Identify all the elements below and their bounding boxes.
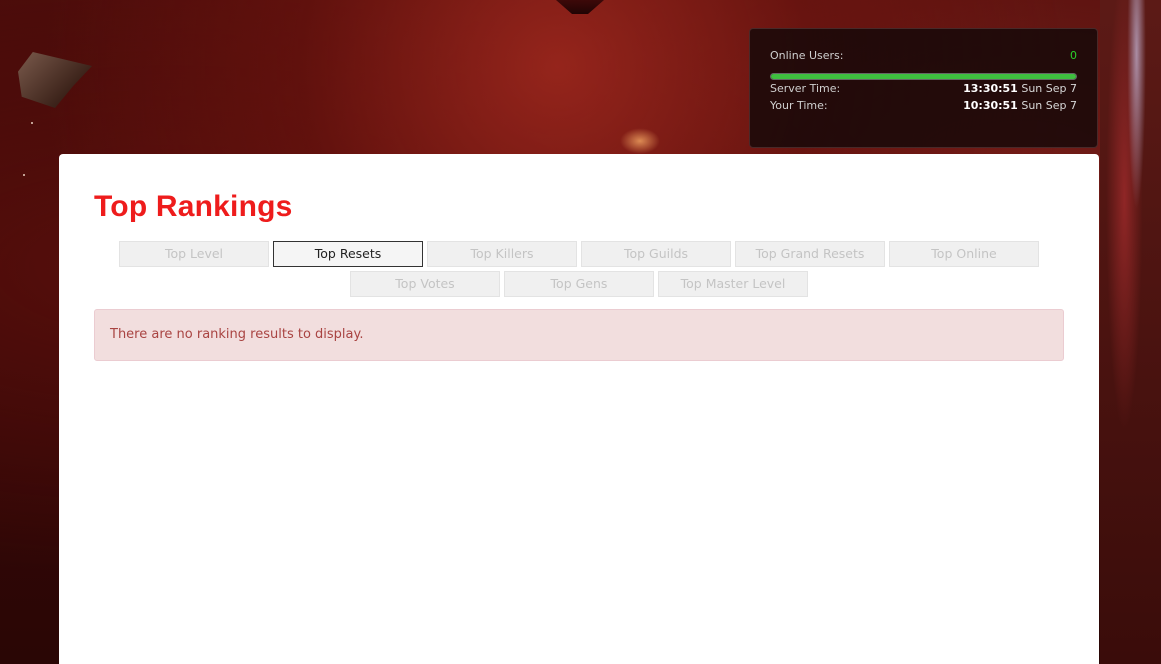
tab-top-guilds[interactable]: Top Guilds — [581, 241, 731, 267]
server-info-panel: Online Users: 0 Server Time: 13:30:51 Su… — [749, 28, 1098, 148]
server-time-label: Server Time: — [770, 82, 841, 95]
tab-top-votes[interactable]: Top Votes — [350, 271, 500, 297]
online-users-label: Online Users: — [770, 49, 844, 62]
tab-top-level[interactable]: Top Level — [119, 241, 269, 267]
background-glow — [620, 128, 660, 154]
server-time-value: 13:30:51 Sun Sep 7 — [963, 80, 1077, 97]
online-users-progress-bar — [770, 73, 1077, 80]
your-time-date: Sun Sep 7 — [1021, 99, 1077, 112]
tab-top-killers[interactable]: Top Killers — [427, 241, 577, 267]
online-users-progress-fill — [771, 74, 1076, 79]
server-time-row: Server Time: 13:30:51 Sun Sep 7 — [770, 80, 1077, 97]
background-spark — [31, 122, 33, 124]
your-time-label: Your Time: — [770, 99, 828, 112]
online-users-count: 0 — [1070, 49, 1077, 62]
your-time-row: Your Time: 10:30:51 Sun Sep 7 — [770, 97, 1077, 114]
main-content-panel: Top Rankings Top Level Top Resets Top Kill… — [59, 154, 1099, 664]
server-time-date: Sun Sep 7 — [1021, 82, 1077, 95]
background-rock — [18, 52, 92, 108]
background-spark — [23, 174, 25, 176]
page-title: Top Rankings — [94, 190, 293, 223]
tab-top-master-level[interactable]: Top Master Level — [658, 271, 808, 297]
server-time-clock: 13:30:51 — [963, 82, 1018, 95]
no-results-alert: There are no ranking results to display. — [94, 309, 1064, 361]
tab-top-gens[interactable]: Top Gens — [504, 271, 654, 297]
header-emblem-logo — [540, 0, 620, 14]
tab-top-resets[interactable]: Top Resets — [273, 241, 423, 267]
tab-top-online[interactable]: Top Online — [889, 241, 1039, 267]
background-character-art — [1100, 0, 1161, 664]
tab-top-grand-resets[interactable]: Top Grand Resets — [735, 241, 885, 267]
online-users-row: Online Users: 0 — [770, 49, 1077, 62]
rankings-tab-bar: Top Level Top Resets Top Killers Top Guilds… — [94, 241, 1064, 301]
your-time-value: 10:30:51 Sun Sep 7 — [963, 97, 1077, 114]
your-time-clock: 10:30:51 — [963, 99, 1018, 112]
